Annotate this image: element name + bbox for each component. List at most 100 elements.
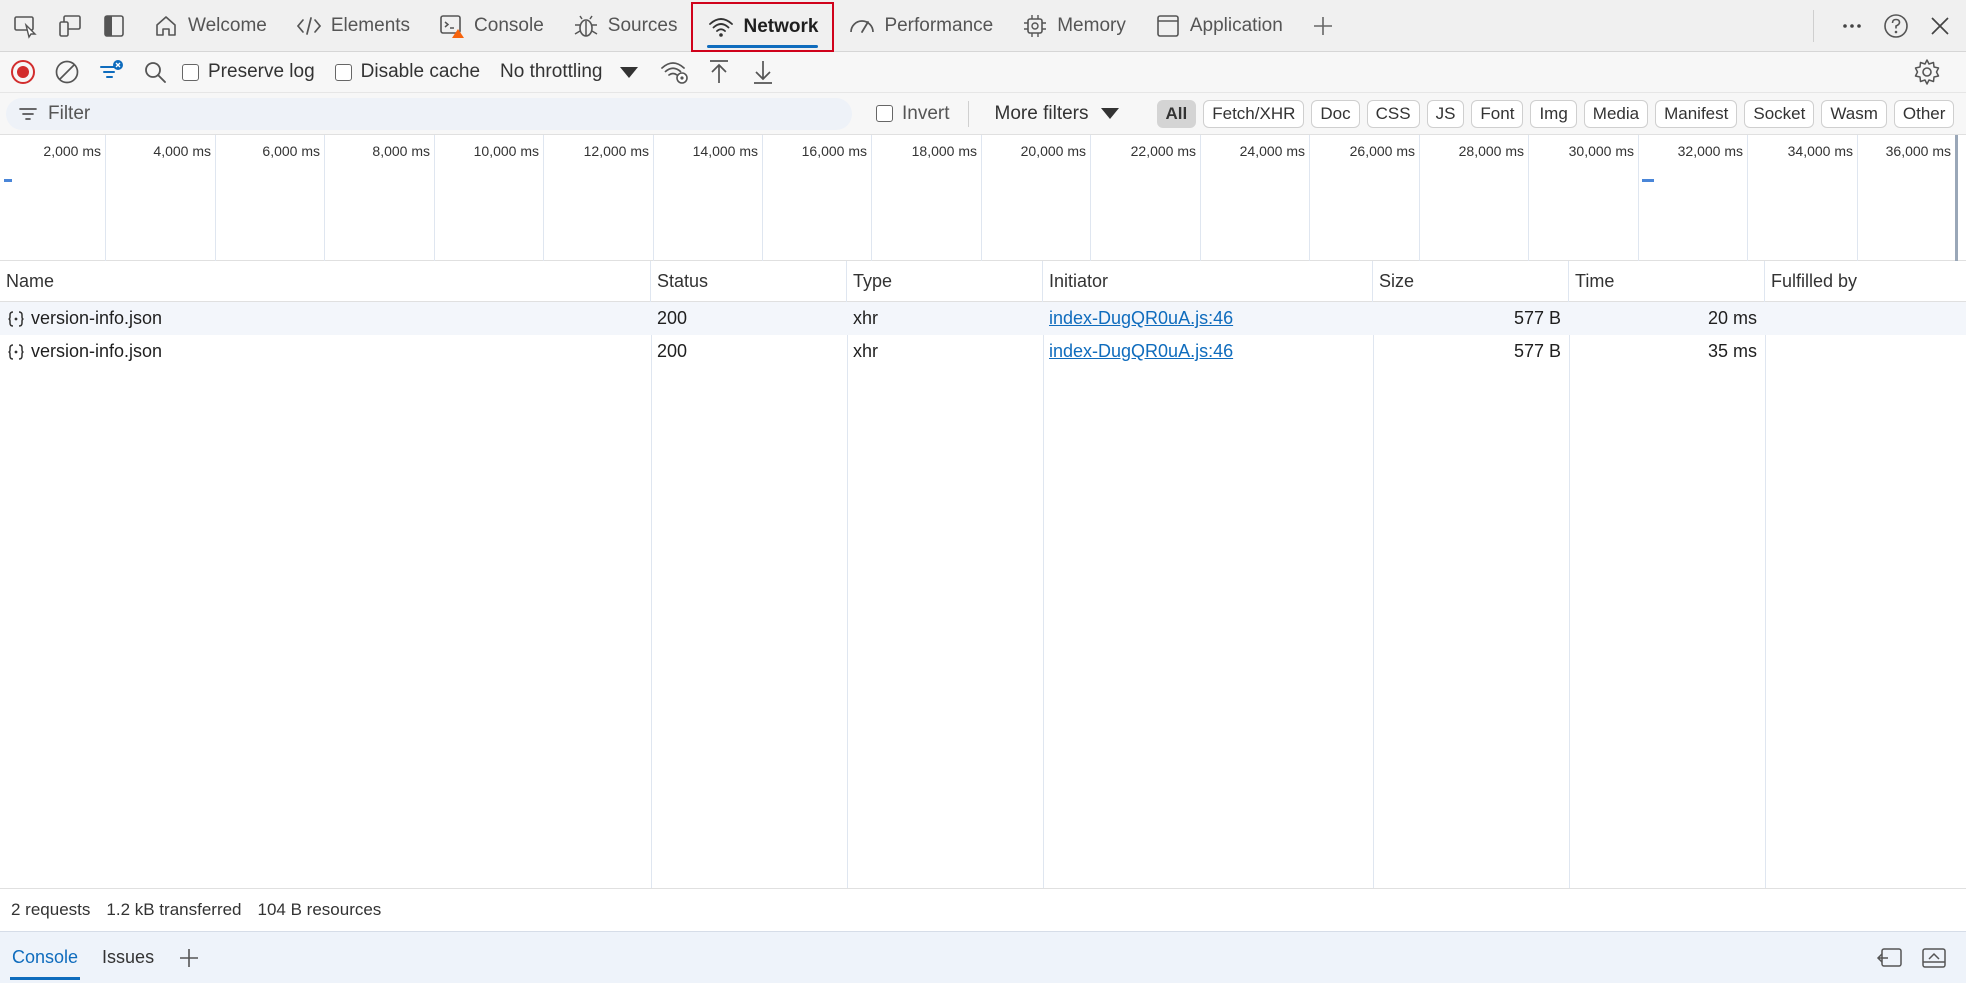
table-row[interactable]: version-info.json 200 xhr index-DugQR0uA… (0, 302, 1966, 335)
timeline-tick: 28,000 ms (1420, 135, 1529, 261)
column-divider (1569, 302, 1570, 888)
tab-elements[interactable]: Elements (281, 3, 424, 49)
more-filters-dropdown[interactable]: More filters (995, 103, 1119, 125)
drawer-tab-issues[interactable]: Issues (90, 932, 166, 983)
panel-tabs: Welcome Elements Console Sources Network… (138, 0, 1343, 52)
timeline-tick: 30,000 ms (1529, 135, 1639, 261)
tab-application[interactable]: Application (1140, 3, 1297, 49)
tab-network[interactable]: Network (691, 1, 835, 52)
cell-name: version-info.json (0, 335, 651, 368)
timeline-tick: 12,000 ms (544, 135, 654, 261)
add-tab-icon[interactable] (1303, 6, 1343, 46)
tick-label: 28,000 ms (1458, 143, 1524, 159)
filter-icon (16, 102, 40, 126)
dock-drawer-icon[interactable] (1872, 940, 1908, 976)
inspect-icon[interactable] (6, 6, 46, 46)
invert-checkbox[interactable]: Invert (876, 103, 950, 125)
chip-manifest[interactable]: Manifest (1655, 99, 1738, 128)
chip-doc[interactable]: Doc (1311, 99, 1360, 128)
cell-size: 577 B (1513, 308, 1561, 328)
cell-status: 200 (657, 308, 688, 328)
timeline-tick: 6,000 ms (216, 135, 325, 261)
requests-table-header: Name Status Type Initiator Size Time Ful… (0, 261, 1966, 302)
tick-label: 16,000 ms (801, 143, 867, 159)
initiator-link[interactable]: index-DugQR0uA.js:46 (1049, 308, 1233, 329)
table-row[interactable]: version-info.json 200 xhr index-DugQR0uA… (0, 335, 1966, 368)
tab-label: Performance (884, 14, 994, 36)
network-conditions-icon[interactable] (658, 55, 692, 89)
toolbar-left (0, 0, 138, 52)
column-header-status[interactable]: Status (651, 261, 847, 302)
timeline-tick: 34,000 ms (1748, 135, 1858, 261)
column-divider (1373, 302, 1374, 888)
tab-memory[interactable]: Memory (1007, 3, 1140, 49)
help-icon[interactable] (1876, 6, 1916, 46)
preserve-log-checkbox[interactable]: Preserve log (182, 61, 315, 83)
device-emulation-icon[interactable] (50, 6, 90, 46)
cell-status: 200 (657, 341, 688, 361)
cell-name: version-info.json (0, 302, 651, 335)
request-marker (4, 179, 12, 182)
chevron-down-icon[interactable] (620, 66, 639, 78)
filter-input[interactable]: Filter (6, 97, 852, 130)
chip-other[interactable]: Other (1893, 99, 1955, 128)
dock-icon[interactable] (94, 6, 134, 46)
timeline-tick: 2,000 ms (0, 135, 106, 261)
chip-css[interactable]: CSS (1366, 99, 1420, 128)
chip-js[interactable]: JS (1426, 99, 1465, 128)
close-icon[interactable] (1920, 6, 1960, 46)
column-header-size[interactable]: Size (1373, 261, 1569, 302)
timeline-tick: 4,000 ms (106, 135, 216, 261)
toolbar-divider (1813, 10, 1814, 42)
collapse-drawer-icon[interactable] (1916, 940, 1952, 976)
import-har-icon[interactable] (702, 55, 736, 89)
gear-icon[interactable] (1910, 55, 1944, 89)
chip-all[interactable]: All (1156, 99, 1197, 128)
chip-socket[interactable]: Socket (1744, 99, 1815, 128)
checkbox-box[interactable] (334, 63, 352, 81)
more-options-icon[interactable] (1832, 6, 1872, 46)
add-drawer-tab-icon[interactable] (172, 941, 206, 975)
console-warning-icon (438, 12, 466, 40)
chip-fetch-xhr[interactable]: Fetch/XHR (1203, 99, 1305, 128)
tick-label: 4,000 ms (153, 143, 211, 159)
preserve-log-label: Preserve log (208, 61, 315, 82)
tab-console[interactable]: Console (424, 3, 558, 49)
summary-bar: 2 requests 1.2 kB transferred 104 B reso… (0, 888, 1966, 931)
chip-wasm[interactable]: Wasm (1821, 99, 1887, 128)
tick-label: 36,000 ms (1885, 143, 1951, 159)
column-header-initiator[interactable]: Initiator (1043, 261, 1373, 302)
column-header-name[interactable]: Name (0, 261, 651, 302)
drawer-tab-console[interactable]: Console (0, 932, 90, 983)
checkbox-box[interactable] (876, 105, 893, 122)
initiator-link[interactable]: index-DugQR0uA.js:46 (1049, 341, 1233, 362)
home-icon (152, 12, 180, 40)
invert-label: Invert (902, 102, 950, 124)
tab-label: Elements (330, 14, 411, 36)
filter-toggle-icon[interactable] (94, 55, 128, 89)
column-header-type[interactable]: Type (847, 261, 1043, 302)
column-header-time[interactable]: Time (1569, 261, 1765, 302)
clear-icon[interactable] (50, 55, 84, 89)
network-overview-timeline[interactable]: 2,000 ms 4,000 ms 6,000 ms 8,000 ms 10,0… (0, 134, 1966, 261)
tick-label: 8,000 ms (372, 143, 430, 159)
record-icon[interactable] (6, 55, 40, 89)
tick-label: 12,000 ms (583, 143, 649, 159)
transferred-size: 1.2 kB transferred (106, 900, 242, 919)
disable-cache-checkbox[interactable]: Disable cache (334, 61, 480, 83)
tab-sources[interactable]: Sources (558, 3, 692, 49)
chip-img[interactable]: Img (1530, 99, 1577, 128)
tab-welcome[interactable]: Welcome (138, 3, 281, 49)
cell-initiator: index-DugQR0uA.js:46 (1043, 335, 1373, 368)
throttling-select[interactable]: No throttling (500, 61, 602, 83)
export-har-icon[interactable] (746, 55, 780, 89)
column-header-fulfilled-by[interactable]: Fulfilled by (1765, 261, 1966, 302)
cell-time: 35 ms (1707, 341, 1757, 361)
chip-media[interactable]: Media (1583, 99, 1649, 128)
search-icon[interactable] (138, 55, 172, 89)
chip-font[interactable]: Font (1471, 99, 1524, 128)
tab-performance[interactable]: Performance (834, 3, 1007, 49)
checkbox-box[interactable] (182, 63, 199, 81)
tab-label: Memory (1057, 14, 1126, 36)
more-filters-label: More filters (994, 102, 1089, 124)
